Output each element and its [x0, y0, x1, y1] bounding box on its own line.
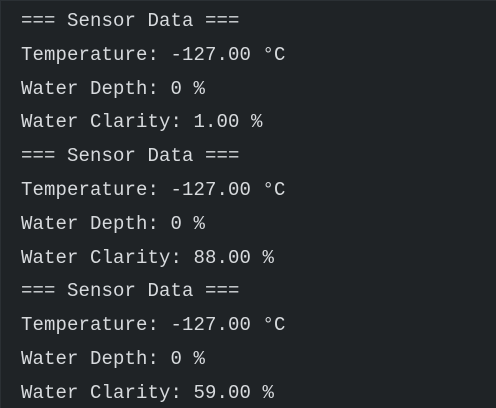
- console-log: === Sensor Data === Temperature: -127.00…: [21, 5, 286, 408]
- serial-monitor-output[interactable]: === Sensor Data === Temperature: -127.00…: [0, 0, 496, 408]
- console-line-temperature: Temperature: -127.00 °C: [21, 314, 286, 337]
- console-line-water-clarity: Water Clarity: 59.00 %: [21, 381, 275, 404]
- console-line-header: === Sensor Data ===: [21, 10, 240, 32]
- console-line-temperature: Temperature: -127.00 °C: [21, 178, 286, 201]
- console-line-header: === Sensor Data ===: [21, 145, 240, 168]
- console-line-water-depth: Water Depth: 0 %: [21, 77, 206, 100]
- console-line-water-depth: Water Depth: 0 %: [21, 212, 206, 235]
- console-line-header: === Sensor Data ===: [21, 280, 240, 303]
- console-line-water-clarity: Water Clarity: 1.00 %: [21, 111, 263, 134]
- console-line-temperature: Temperature: -127.00 °C: [21, 43, 286, 66]
- console-line-water-depth: Water Depth: 0 %: [21, 347, 206, 370]
- console-line-water-clarity: Water Clarity: 88.00 %: [21, 246, 275, 269]
